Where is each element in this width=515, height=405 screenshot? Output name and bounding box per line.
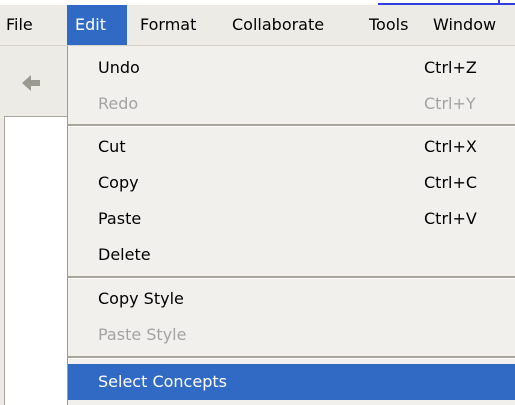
menu-item-label: Paste (98, 209, 142, 228)
menu-separator (68, 124, 515, 127)
menu-item-shortcut: Ctrl+C (424, 173, 478, 192)
menu-item-label: Paste Style (98, 325, 187, 344)
menu-item-shortcut: Ctrl+V (424, 209, 477, 228)
application-window: File Edit Format Collaborate Tools Windo… (0, 0, 515, 405)
edit-menu-dropdown: Undo Ctrl+Z Redo Ctrl+Y Cut Ctrl+X Copy … (67, 46, 515, 405)
menu-item-shortcut: Ctrl+Y (424, 94, 476, 113)
menu-tools[interactable]: Tools (369, 5, 408, 45)
menu-item-paste-style[interactable]: Paste Style (68, 317, 515, 353)
menu-item-label: Copy (98, 173, 139, 192)
menu-edit[interactable]: Edit (67, 5, 127, 45)
menu-item-label: Undo (98, 58, 140, 77)
menu-item-paste[interactable]: Paste Ctrl+V (68, 201, 515, 237)
menu-separator (68, 276, 515, 279)
menu-item-cut[interactable]: Cut Ctrl+X (68, 129, 515, 165)
menu-item-shortcut: Ctrl+X (424, 137, 477, 156)
menu-file[interactable]: File (6, 5, 33, 45)
menu-item-delete[interactable]: Delete (68, 237, 515, 273)
menu-format[interactable]: Format (140, 5, 196, 45)
menu-item-label: Select Concepts (98, 372, 227, 391)
menu-item-label: Delete (98, 245, 151, 264)
menu-item-shortcut: Ctrl+Z (424, 58, 477, 77)
back-arrow-icon[interactable] (20, 72, 42, 94)
menu-item-copy-style[interactable]: Copy Style (68, 281, 515, 317)
menu-separator (68, 356, 515, 359)
menu-item-copy[interactable]: Copy Ctrl+C (68, 165, 515, 201)
menu-window[interactable]: Window (433, 5, 496, 45)
menu-item-undo[interactable]: Undo Ctrl+Z (68, 50, 515, 86)
document-pane[interactable] (4, 116, 68, 405)
menu-item-label: Cut (98, 137, 126, 156)
menu-collaborate[interactable]: Collaborate (232, 5, 324, 45)
menu-bar: File Edit Format Collaborate Tools Windo… (0, 5, 515, 46)
toolbar-panel (0, 46, 68, 405)
menu-edit-label: Edit (75, 15, 106, 34)
menu-item-select-concepts[interactable]: Select Concepts (68, 364, 515, 400)
menu-item-redo[interactable]: Redo Ctrl+Y (68, 86, 515, 122)
menu-item-label: Redo (98, 94, 139, 113)
menu-item-label: Copy Style (98, 289, 184, 308)
